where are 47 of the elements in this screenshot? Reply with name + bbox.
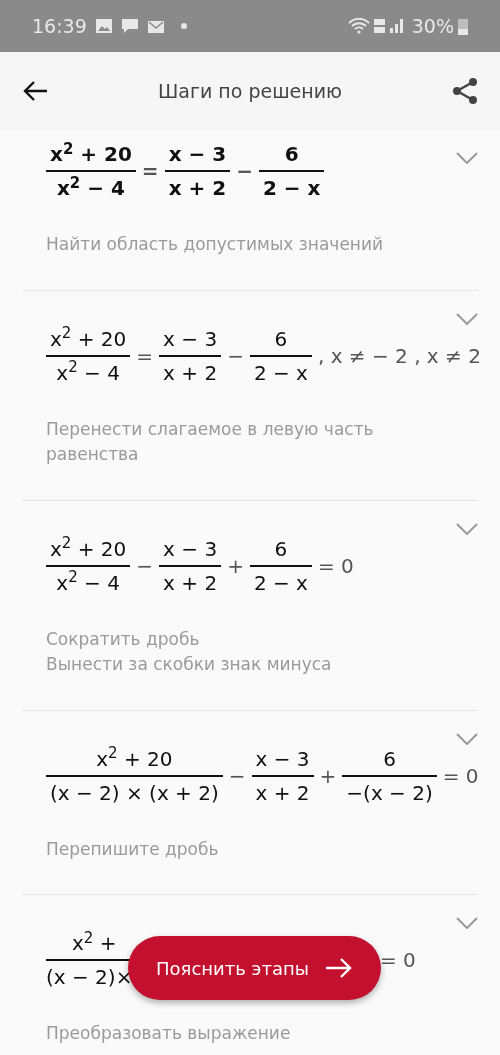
fraction: x − 3 x + 2 <box>164 138 231 204</box>
share-icon[interactable] <box>452 77 478 105</box>
math-operator: = 0 <box>442 762 479 790</box>
chevron-down-icon[interactable] <box>456 312 478 325</box>
step-description: Перепишите дробь <box>46 837 220 861</box>
step-description: Преобразовать выражение <box>46 1022 292 1045</box>
math-operator: − <box>136 552 154 580</box>
fraction: x$^{2}$ + 20 x$^{2}$ − 4 <box>46 138 136 204</box>
fraction: x − 3 x + 2 <box>159 532 222 599</box>
fraction: x − 3 x + 2 <box>159 322 222 389</box>
status-time: 16:39 <box>32 13 87 39</box>
screen-title: Шаги по решению <box>157 78 343 104</box>
fraction: x$^{2}$ + 20 x$^{2}$ − 4 <box>46 322 131 389</box>
math-operator: − <box>236 158 253 185</box>
step-description: Перенести слагаемое в левую часть равенства <box>46 417 375 466</box>
fraction: 6 2 − x <box>249 322 312 389</box>
dot-icon <box>180 23 187 29</box>
chevron-down-icon[interactable] <box>456 732 478 745</box>
math-operator: + <box>319 762 337 790</box>
step-description: Сократить дробь Вынести за скобки знак минуса <box>46 627 333 676</box>
fraction: 6 −(x − 2) <box>342 742 437 809</box>
math-operator: = 0 <box>380 947 416 974</box>
fraction: 6 2 − x <box>258 138 325 204</box>
math-operator: = 0 <box>317 552 354 580</box>
chevron-down-icon[interactable] <box>456 152 478 164</box>
fraction: x$^{2}$ + 20 (x − 2) × (x + 2) <box>46 742 223 809</box>
math-operator: = <box>136 342 154 370</box>
battery-percent: 30% <box>411 13 454 39</box>
signal-icon <box>373 17 404 35</box>
math-operator: = <box>141 158 159 185</box>
message-icon <box>120 17 139 35</box>
chevron-down-icon[interactable] <box>456 522 478 535</box>
fraction: x$^{2}$ + 20 x$^{2}$ − 4 <box>46 532 131 599</box>
battery-icon <box>458 17 468 35</box>
chevron-down-icon[interactable] <box>456 917 478 929</box>
math-operator: + <box>227 552 244 580</box>
fraction: x − 3 x + 2 <box>251 742 314 809</box>
wifi-icon <box>347 18 370 34</box>
arrow-right-icon <box>324 957 353 979</box>
image-icon <box>94 18 113 34</box>
math-operator: − <box>228 762 246 790</box>
step-description: Найти область допустимых значений <box>46 233 385 256</box>
math-operator: , x ≠ − 2 , x ≠ 2 <box>317 342 481 370</box>
fraction: 6 2 − x <box>249 532 312 599</box>
back-arrow-icon[interactable] <box>22 80 48 102</box>
math-operator: − <box>227 342 244 370</box>
mail-icon <box>146 18 165 34</box>
